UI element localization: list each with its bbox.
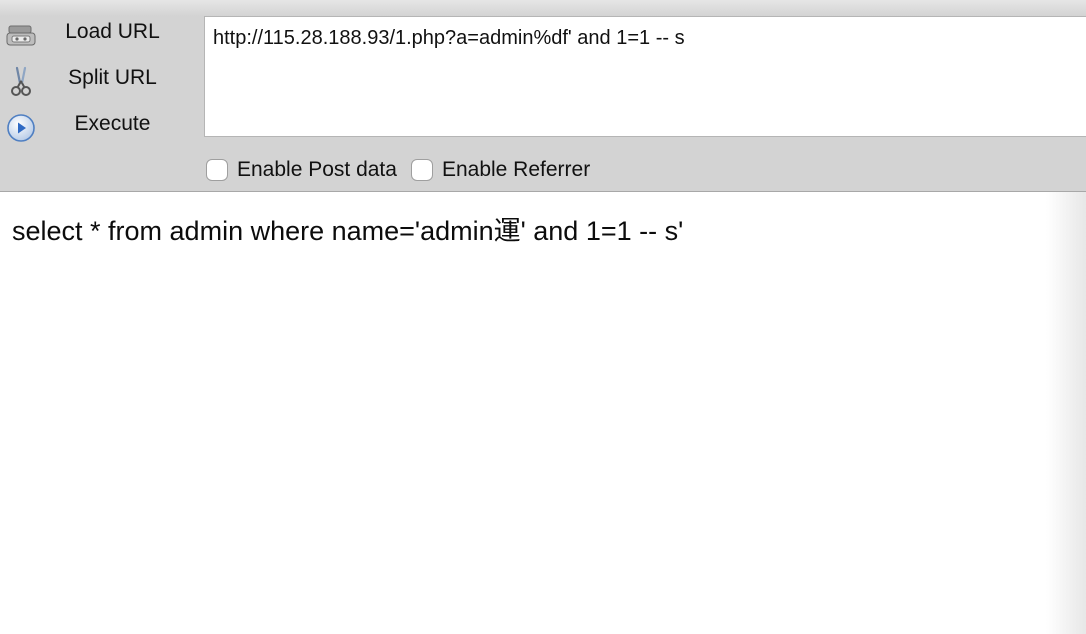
page-content: select * from admin where name='admin運' … xyxy=(0,192,1086,634)
url-input[interactable]: http://115.28.188.93/1.php?a=admin%df' a… xyxy=(204,16,1086,137)
execute-label: Execute xyxy=(74,112,151,135)
load-url-button[interactable]: Load URL xyxy=(0,10,200,56)
enable-post-data-label: Enable Post data xyxy=(237,158,397,181)
load-url-icon xyxy=(5,20,37,52)
scissors-icon xyxy=(5,66,37,98)
split-url-button[interactable]: Split URL xyxy=(0,56,200,102)
request-options: Enable Post data Enable Referrer xyxy=(206,154,604,186)
play-icon xyxy=(5,112,37,144)
split-url-label: Split URL xyxy=(68,66,157,89)
enable-post-data-checkbox[interactable] xyxy=(206,159,228,181)
enable-referrer-checkbox[interactable] xyxy=(410,159,433,181)
enable-referrer-option[interactable]: Enable Referrer xyxy=(410,157,591,183)
load-url-label: Load URL xyxy=(65,20,160,43)
action-list: Load URL Split URL Execute xyxy=(0,10,200,148)
execute-button[interactable]: Execute xyxy=(0,102,200,148)
enable-referrer-label: Enable Referrer xyxy=(441,158,591,181)
enable-post-data-option[interactable]: Enable Post data xyxy=(206,157,397,183)
query-output: select * from admin where name='admin運' … xyxy=(12,216,684,246)
hackbar-toolbar: Load URL Split URL Execute http://115.28… xyxy=(0,0,1086,192)
